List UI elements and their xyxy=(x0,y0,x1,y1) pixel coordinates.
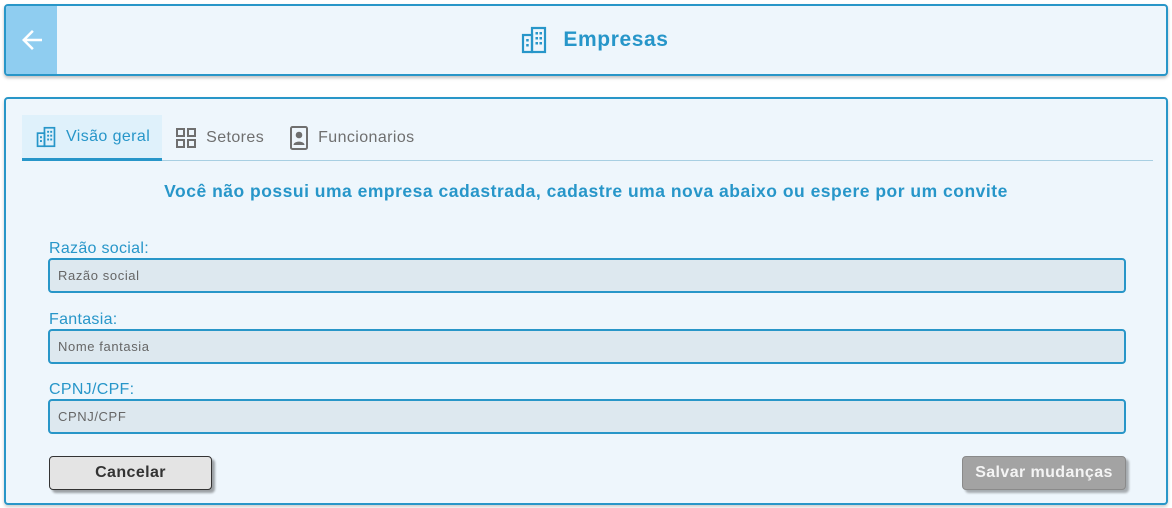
tab-label: Funcionarios xyxy=(318,128,415,146)
tab-label: Setores xyxy=(206,128,265,146)
razao-social-input[interactable] xyxy=(48,258,1126,293)
tab-funcionarios[interactable]: Funcionarios xyxy=(276,115,426,160)
fantasia-input[interactable] xyxy=(48,329,1126,364)
tab-bar: Visão geral Setores Funcionarios xyxy=(22,115,1153,161)
cpnj-cpf-label: CPNJ/CPF: xyxy=(49,381,135,398)
razao-social-label: Razão social: xyxy=(49,240,149,257)
cancel-button[interactable]: Cancelar xyxy=(49,456,212,490)
grid-icon xyxy=(176,127,197,148)
building-icon xyxy=(36,126,56,147)
main-card: Visão geral Setores Funcionarios Você nã xyxy=(4,97,1168,505)
page-title: Empresas xyxy=(6,6,1166,74)
page-title-text: Empresas xyxy=(563,28,669,51)
tab-label: Visão geral xyxy=(66,127,151,145)
page-header: Empresas xyxy=(4,4,1168,76)
tab-setores[interactable]: Setores xyxy=(162,115,276,160)
save-changes-button[interactable]: Salvar mudanças xyxy=(962,456,1126,490)
badge-icon xyxy=(290,125,309,150)
building-icon xyxy=(522,26,547,54)
fantasia-label: Fantasia: xyxy=(49,311,118,328)
tab-visao-geral[interactable]: Visão geral xyxy=(22,115,163,161)
cpnj-cpf-input[interactable] xyxy=(48,399,1126,434)
no-company-notice: Você não possui uma empresa cadastrada, … xyxy=(164,181,1008,201)
